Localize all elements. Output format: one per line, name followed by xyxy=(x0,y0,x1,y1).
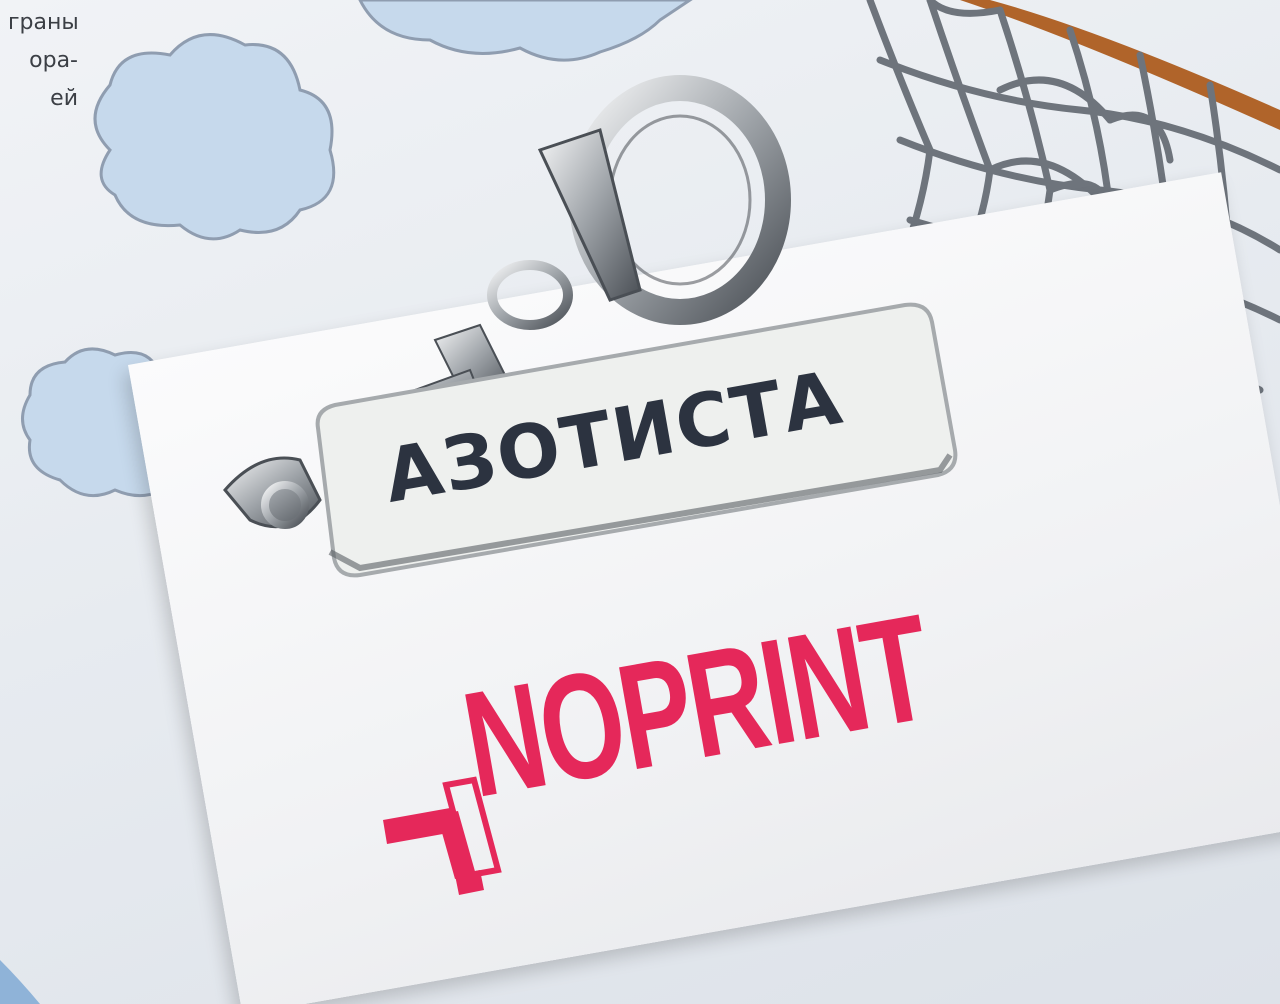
keychain-hardware xyxy=(223,75,958,578)
photo-scene: граны ора- ей NOPRINT АЗОТИСТА xyxy=(0,0,1280,1004)
small-ring-icon xyxy=(487,260,573,330)
